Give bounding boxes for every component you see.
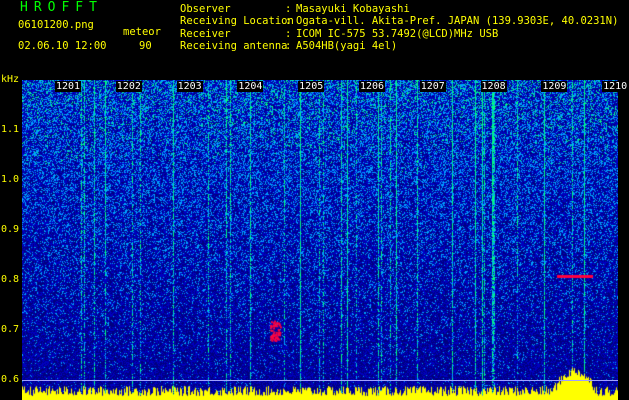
minute-tick-label: 1202 (115, 81, 142, 92)
receiver-value: ICOM IC-575 53.7492(@LCD)MHz USB (296, 28, 499, 40)
y-tick-label: 0.9 (1, 224, 20, 235)
antenna-label: Receiving antenna (180, 40, 288, 52)
y-tick-label: 1.1 (1, 124, 20, 135)
observer-label: Observer (180, 3, 231, 15)
colon: : (285, 28, 292, 40)
colon: : (285, 3, 292, 15)
y-tick-label: 0.7 (1, 324, 20, 335)
spectrogram (22, 80, 618, 400)
header: HROFFT 06101200.png meteor 02.06.10 12:0… (0, 0, 629, 80)
meteor-count: 90 (139, 40, 152, 52)
baseline-line (22, 380, 618, 381)
minute-tick-label: 1208 (480, 81, 507, 92)
minute-tick-label: 1204 (237, 81, 264, 92)
y-tick-label: 0.6 (1, 374, 20, 385)
y-unit-label: kHz (1, 74, 20, 85)
minute-tick-label: 1209 (541, 81, 568, 92)
observer-value: Masayuki Kobayashi (296, 3, 410, 15)
spectrogram-canvas (22, 80, 618, 400)
datetime: 02.06.10 12:00 (18, 40, 107, 52)
minute-tick-label: 1205 (298, 81, 325, 92)
colon: : (285, 15, 292, 27)
app-title: HROFFT (20, 0, 103, 15)
y-tick-label: 0.8 (1, 274, 20, 285)
minute-tick-label: 1206 (358, 81, 386, 92)
antenna-value: A504HB(yagi 4el) (296, 40, 398, 52)
location-label: Receiving Location (180, 15, 294, 27)
file-name: 06101200.png (18, 19, 94, 31)
minute-tick-label: 1210 (602, 81, 629, 92)
minute-tick-label: 1203 (176, 81, 203, 92)
minute-tick-label: 1201 (55, 81, 82, 92)
y-tick-label: 1.0 (1, 174, 20, 185)
location-value: Ogata-vill. Akita-Pref. JAPAN (139.9303E… (296, 15, 619, 27)
mode-label: meteor (123, 26, 161, 38)
receiver-label: Receiver (180, 28, 231, 40)
minute-tick-label: 1207 (419, 81, 446, 92)
colon: : (285, 40, 292, 52)
